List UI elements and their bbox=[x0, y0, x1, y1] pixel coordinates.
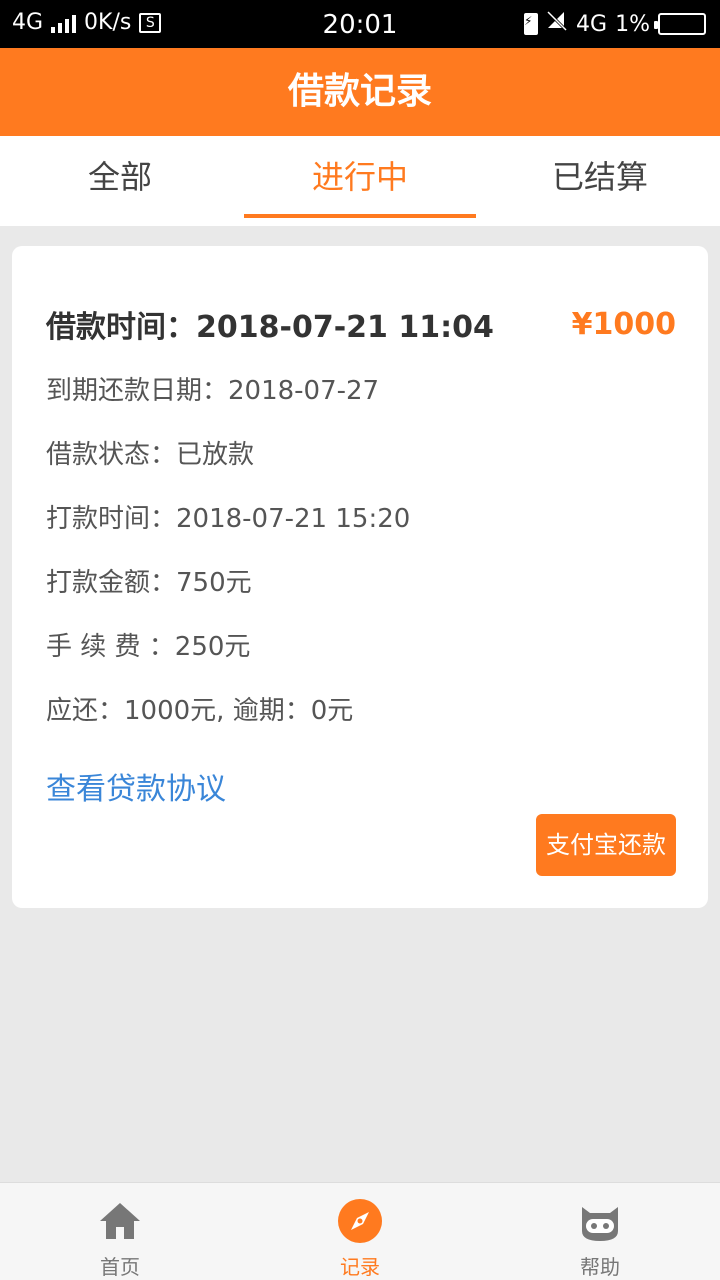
tab-bar: 全部 进行中 已结算 bbox=[0, 136, 720, 226]
tab-all[interactable]: 全部 bbox=[0, 136, 240, 226]
bottom-navigation: 首页 记录 帮助 bbox=[0, 1182, 720, 1280]
loan-amount: ¥1000 bbox=[571, 306, 676, 342]
alipay-repay-button[interactable]: 支付宝还款 bbox=[536, 814, 676, 876]
repay-summary: 应还：1000元, 逾期：0元 bbox=[46, 696, 354, 726]
home-icon bbox=[96, 1197, 144, 1245]
loan-record-card: 借款时间：2018-07-21 11:04 ¥1000 到期还款日期：2018-… bbox=[12, 246, 708, 908]
pay-amount: 打款金额：750元 bbox=[46, 568, 252, 598]
cat-icon bbox=[576, 1197, 624, 1245]
record-header-row: 借款时间：2018-07-21 11:04 ¥1000 bbox=[46, 302, 676, 346]
loan-status: 借款状态：已放款 bbox=[46, 440, 255, 470]
status-right: 4G 1% bbox=[524, 10, 706, 38]
service-fee: 手 续 费 ：250元 bbox=[46, 632, 251, 662]
page-title: 借款记录 bbox=[0, 48, 720, 136]
tab-settled[interactable]: 已结算 bbox=[480, 136, 720, 226]
network-label-right: 4G bbox=[576, 11, 608, 37]
battery-icon bbox=[654, 13, 706, 35]
compass-icon bbox=[336, 1197, 384, 1245]
charging-icon bbox=[524, 13, 539, 35]
mute-icon bbox=[546, 10, 568, 38]
pay-time: 打款时间：2018-07-21 15:20 bbox=[46, 504, 411, 534]
nav-records-label: 记录 bbox=[340, 1255, 380, 1279]
nav-help-label: 帮助 bbox=[580, 1255, 620, 1279]
borrow-time: 借款时间：2018-07-21 11:04 bbox=[46, 310, 494, 345]
status-bar: 4G 0K/s S 20:01 4G 1% bbox=[0, 0, 720, 48]
battery-percent: 1% bbox=[615, 11, 650, 37]
due-date: 到期还款日期：2018-07-27 bbox=[46, 376, 380, 406]
view-agreement-link[interactable]: 查看贷款协议 bbox=[46, 764, 226, 808]
nav-records[interactable]: 记录 bbox=[240, 1183, 480, 1280]
nav-home-label: 首页 bbox=[100, 1255, 140, 1279]
nav-help[interactable]: 帮助 bbox=[480, 1183, 720, 1280]
nav-home[interactable]: 首页 bbox=[0, 1183, 240, 1280]
tab-in-progress[interactable]: 进行中 bbox=[240, 136, 480, 226]
